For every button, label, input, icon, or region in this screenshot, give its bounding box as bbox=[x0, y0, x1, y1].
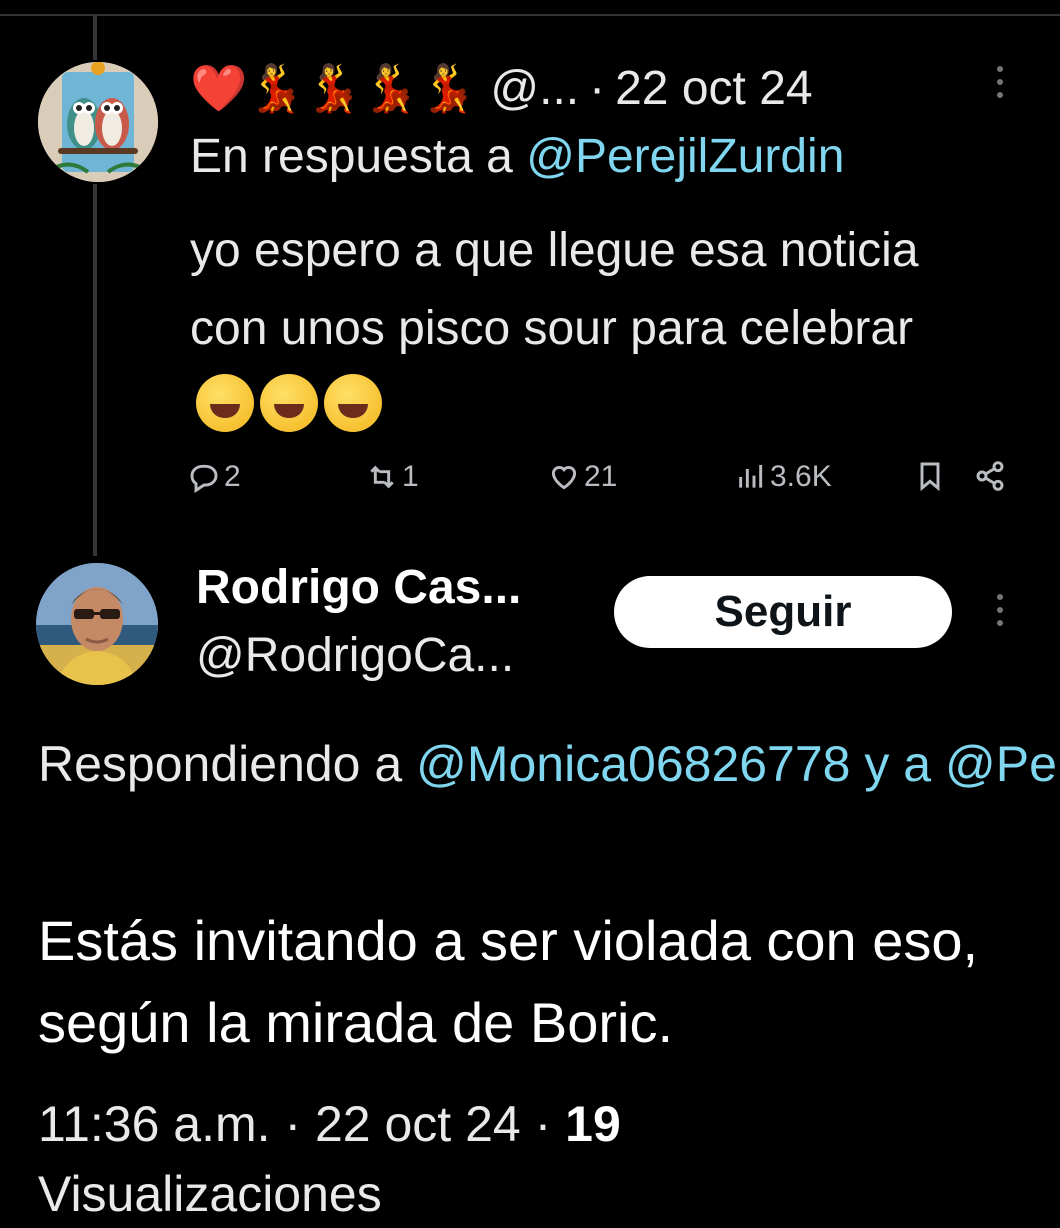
repost-button[interactable]: 1 bbox=[366, 460, 419, 494]
view-count: 3.6K bbox=[770, 460, 832, 493]
handle[interactable]: @RodrigoCa... bbox=[196, 628, 514, 684]
reply-prefix: Respondiendo a bbox=[38, 736, 417, 792]
mention-link[interactable]: @PerejilZurdin bbox=[526, 130, 844, 183]
display-name[interactable]: Rodrigo Cas... bbox=[196, 560, 521, 616]
grinning-squinting-face-icon bbox=[324, 374, 382, 432]
mention-link[interactable]: @PerejilZurdin bbox=[945, 736, 1060, 792]
tweet-date[interactable]: 22 oct 24 bbox=[615, 61, 812, 116]
tweet-body: yo espero a que llegue esa noticia con u… bbox=[190, 224, 919, 355]
tweet-time[interactable]: 11:36 a.m. bbox=[38, 1096, 271, 1152]
repost-icon bbox=[370, 465, 394, 489]
separator: · bbox=[520, 1096, 566, 1152]
reply-connector: y a bbox=[850, 736, 945, 792]
views-button[interactable]: 3.6K bbox=[734, 460, 832, 494]
profile-photo bbox=[36, 563, 158, 685]
tweet-text: yo espero a que llegue esa noticia con u… bbox=[190, 212, 990, 446]
more-options-icon[interactable] bbox=[990, 66, 1010, 110]
repost-count: 1 bbox=[402, 460, 419, 493]
avatar[interactable] bbox=[36, 563, 158, 685]
replying-to: En respuesta a @PerejilZurdin bbox=[190, 128, 844, 186]
top-divider bbox=[0, 0, 1060, 16]
separator: · bbox=[589, 61, 606, 115]
share-icon bbox=[976, 461, 1004, 491]
grinning-squinting-face-icon bbox=[196, 374, 254, 432]
heart-icon bbox=[551, 465, 577, 490]
handle[interactable]: @... bbox=[490, 61, 579, 116]
like-count: 21 bbox=[584, 460, 618, 493]
reply-count: 2 bbox=[224, 460, 241, 493]
display-name[interactable]: ❤️💃💃💃💃 bbox=[190, 58, 476, 118]
tweet-text: Estás invitando a ser violada con eso, s… bbox=[38, 909, 979, 1054]
more-options-icon[interactable] bbox=[990, 594, 1010, 638]
like-button[interactable]: 21 bbox=[548, 460, 617, 494]
grinning-squinting-face-icon bbox=[260, 374, 318, 432]
separator: · bbox=[270, 1096, 315, 1152]
view-count: 19 bbox=[565, 1096, 621, 1152]
bookmark-button[interactable] bbox=[914, 460, 946, 492]
bookmark-icon bbox=[920, 462, 940, 492]
views-icon bbox=[739, 465, 763, 488]
reply-prefix: En respuesta a bbox=[190, 130, 527, 183]
reply-button[interactable]: 2 bbox=[188, 460, 241, 494]
reply-icon bbox=[190, 464, 218, 493]
follow-button[interactable]: Seguir bbox=[614, 576, 952, 648]
mention-link[interactable]: @Monica06826778 bbox=[416, 736, 850, 792]
tweet-actions: 2 1 21 3.6K bbox=[188, 460, 1018, 504]
thread-connector-lower bbox=[93, 184, 97, 556]
avatar[interactable] bbox=[38, 62, 158, 182]
tweet-meta: 11:36 a.m. · 22 oct 24 · 19 bbox=[38, 1090, 621, 1158]
tweet-date[interactable]: 22 oct 24 bbox=[315, 1096, 521, 1152]
views-label: Visualizaciones bbox=[38, 1166, 382, 1222]
replying-to: Respondiendo a @Monica06826778 y a @Pere… bbox=[38, 724, 1060, 804]
owls-avatar-image bbox=[38, 62, 158, 182]
thread-connector bbox=[93, 14, 97, 60]
share-button[interactable] bbox=[974, 460, 1006, 492]
tweet1-header: ❤️💃💃💃💃 @... · 22 oct 24 bbox=[190, 56, 813, 120]
